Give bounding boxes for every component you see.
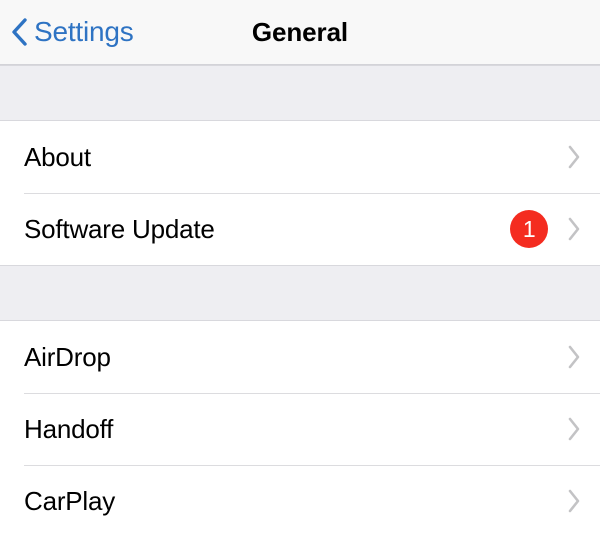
row-accessories-handoff (566, 415, 582, 443)
section-gap-top (0, 65, 600, 121)
section-continuity: AirDrop Handoff CarPlay (0, 321, 600, 537)
row-about[interactable]: About (0, 121, 600, 193)
back-button-settings[interactable]: Settings (10, 0, 134, 64)
back-button-label: Settings (34, 16, 134, 47)
chevron-right-icon (568, 217, 580, 241)
chevron-right-icon (568, 345, 580, 369)
status-badge: 1 (510, 210, 548, 248)
row-label-handoff: Handoff (24, 413, 114, 444)
row-label-airdrop: AirDrop (24, 341, 111, 372)
row-software-update[interactable]: Software Update 1 (0, 193, 600, 265)
row-accessories-software-update: 1 (510, 210, 582, 248)
section-gap-middle (0, 265, 600, 321)
section-device: About Software Update 1 (0, 121, 600, 265)
chevron-left-icon (12, 18, 27, 46)
chevron-right-icon (568, 489, 580, 513)
row-label-software-update: Software Update (24, 213, 215, 244)
row-carplay[interactable]: CarPlay (0, 465, 600, 537)
settings-table-view: About Software Update 1 AirDrop Handoff … (0, 65, 600, 537)
row-handoff[interactable]: Handoff (0, 393, 600, 465)
row-label-about: About (24, 141, 91, 172)
row-accessories-about (566, 143, 582, 171)
chevron-right-icon (568, 145, 580, 169)
settings-general-screen: Settings General About Software Update 1 (0, 0, 600, 537)
chevron-right-icon (568, 417, 580, 441)
navigation-bar: Settings General (0, 0, 600, 65)
row-label-carplay: CarPlay (24, 485, 116, 516)
row-accessories-carplay (566, 487, 582, 515)
row-airdrop[interactable]: AirDrop (0, 321, 600, 393)
row-accessories-airdrop (566, 343, 582, 371)
